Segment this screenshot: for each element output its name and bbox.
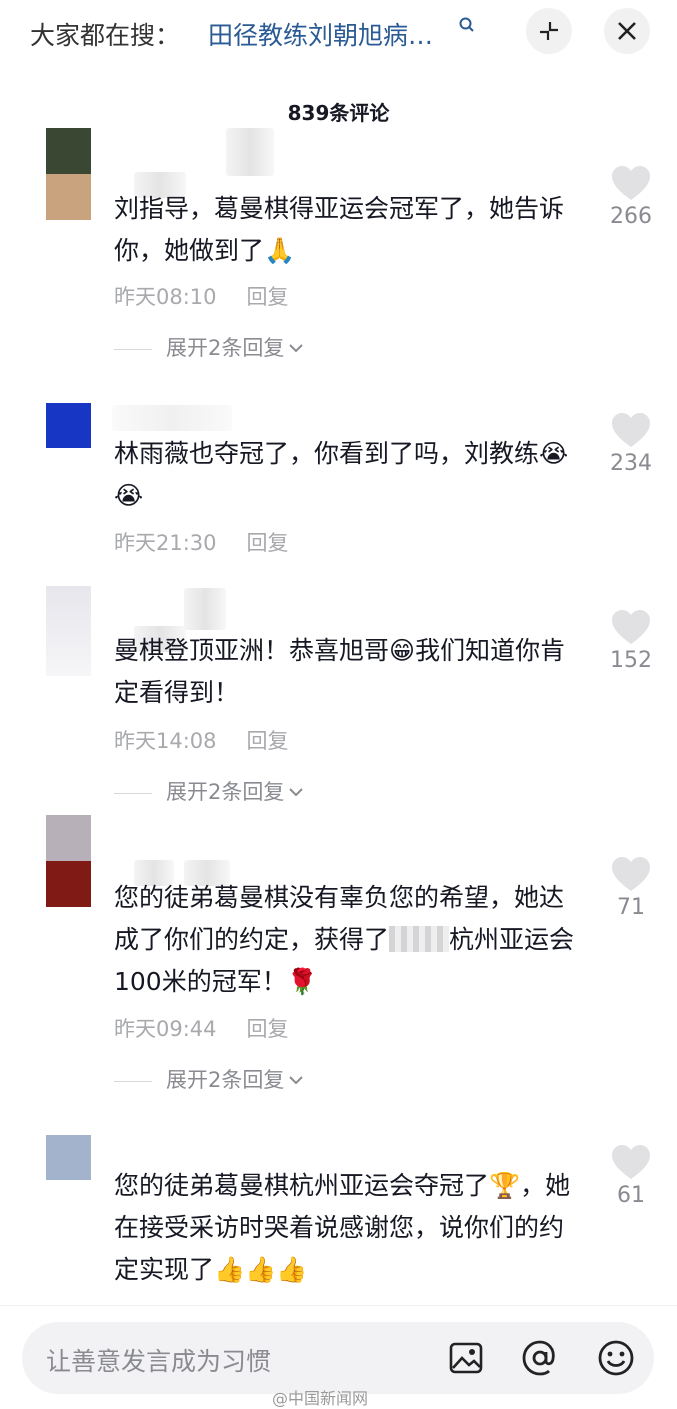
comment-time: 昨天21:30 <box>114 531 217 555</box>
expand-replies-button[interactable]: 展开2条回复 <box>114 1064 304 1094</box>
avatar[interactable] <box>46 403 91 448</box>
like-count: 266 <box>610 204 652 229</box>
trophy-emoji: 🏆 <box>489 1171 521 1200</box>
close-icon <box>618 22 636 40</box>
like-count: 71 <box>617 895 645 920</box>
image-icon[interactable] <box>446 1338 486 1378</box>
hot-search-link[interactable]: 田径教练刘朝旭病… <box>208 16 433 52</box>
chevron-down-icon <box>289 344 304 353</box>
comment-text: 林雨薇也夺冠了，你看到了吗，刘教练😭😭 <box>114 439 569 510</box>
like-button[interactable]: 61 <box>606 1145 656 1208</box>
expand-replies-button[interactable]: 展开2条回复 <box>114 776 304 806</box>
comment-text: 您的徒弟葛曼棋杭州亚运会夺冠了🏆，她在接受采访时哭着说感谢您，说你们的约定实现了… <box>114 1171 571 1284</box>
close-button[interactable] <box>604 8 650 54</box>
reply-button[interactable]: 回复 <box>247 729 289 753</box>
username[interactable] <box>112 405 232 431</box>
like-count: 234 <box>610 451 652 476</box>
chevron-down-icon <box>289 1076 304 1085</box>
heart-icon <box>612 610 650 644</box>
username-blur <box>226 128 274 176</box>
collapse-icon <box>540 22 558 40</box>
heart-icon <box>612 413 650 447</box>
search-icon[interactable] <box>458 16 476 34</box>
top-search-bar: 大家都在搜： 田径教练刘朝旭病… <box>0 0 677 70</box>
comment-input[interactable]: 让善意发言成为习惯 <box>22 1322 654 1394</box>
expand-replies-button[interactable]: 展开2条回复 <box>114 332 304 362</box>
avatar[interactable] <box>46 586 91 676</box>
divider <box>114 792 152 794</box>
divider <box>114 348 152 350</box>
like-count: 152 <box>610 648 652 673</box>
pray-emoji: 🙏 <box>264 236 296 265</box>
comment-text: 刘指导，葛曼棋得亚运会冠军了，她告诉你，她做到了🙏 <box>114 194 565 265</box>
comment-time: 昨天09:44 <box>114 1017 217 1041</box>
reply-button[interactable]: 回复 <box>247 285 289 309</box>
like-button[interactable]: 234 <box>606 413 656 476</box>
rose-emoji: 🌹 <box>286 967 318 996</box>
avatar[interactable] <box>46 1135 91 1180</box>
comment-text: 您的徒弟葛曼棋没有辜负您的希望，她达成了你们的约定，获得了 杭州亚运会100米的冠… <box>114 883 575 996</box>
heart-icon <box>612 166 650 200</box>
collapse-button[interactable] <box>526 8 572 54</box>
thumbs-up-emoji: 👍👍👍 <box>214 1255 308 1284</box>
like-button[interactable]: 71 <box>606 857 656 920</box>
heart-icon <box>612 1145 650 1179</box>
reply-button[interactable]: 回复 <box>247 1017 289 1041</box>
input-placeholder: 让善意发言成为习惯 <box>46 1347 272 1376</box>
username-blur <box>184 588 226 630</box>
avatar[interactable] <box>46 128 91 220</box>
reply-button[interactable]: 回复 <box>247 531 289 555</box>
comment-text: 曼棋登顶亚洲！恭喜旭哥😁我们知道你肯定看得到！ <box>114 636 566 707</box>
heart-icon <box>612 857 650 891</box>
chevron-down-icon <box>289 788 304 797</box>
like-button[interactable]: 266 <box>606 166 656 229</box>
hot-search-prefix: 大家都在搜： <box>30 21 181 50</box>
redacted-blur <box>389 926 450 952</box>
at-icon[interactable] <box>520 1338 560 1378</box>
avatar[interactable] <box>46 815 91 907</box>
comment-count-title: 839条评论 <box>287 101 390 125</box>
like-button[interactable]: 152 <box>606 610 656 673</box>
divider <box>114 1080 152 1082</box>
comment-time: 昨天14:08 <box>114 729 217 753</box>
comment-time: 昨天08:10 <box>114 285 217 309</box>
watermark: @中国新闻网 <box>272 1389 369 1408</box>
like-count: 61 <box>617 1183 645 1208</box>
grin-emoji: 😁 <box>389 636 416 665</box>
emoji-icon[interactable] <box>596 1338 636 1378</box>
